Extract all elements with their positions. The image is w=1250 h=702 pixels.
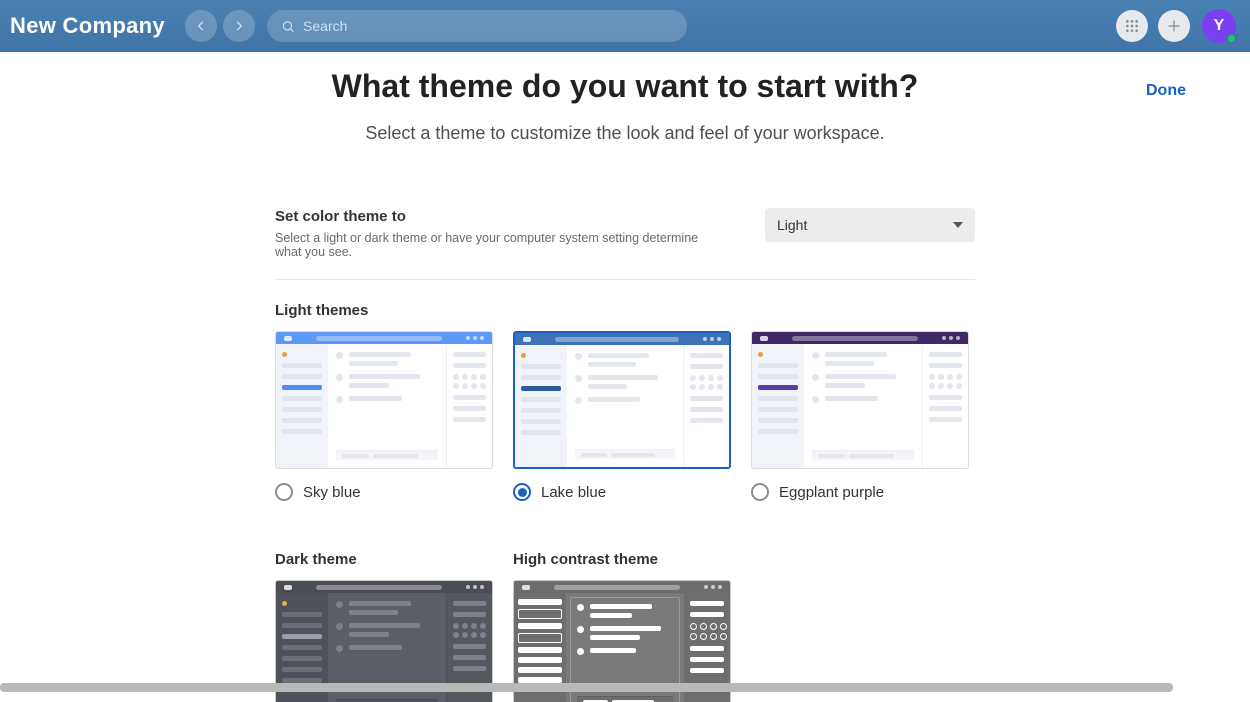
horizontal-scrollbar[interactable] (0, 683, 1173, 692)
page-subtitle: Select a theme to customize the look and… (0, 123, 1250, 144)
theme-preview-sky-blue[interactable] (275, 331, 493, 469)
presence-indicator-icon (1226, 33, 1237, 44)
main-content: Done What theme do you want to start wit… (0, 52, 1250, 692)
radio-icon (513, 483, 531, 501)
nav-back-button[interactable] (185, 10, 217, 42)
theme-radio-sky-blue[interactable]: Sky blue (275, 483, 493, 501)
theme-card-lake-blue: Lake blue (513, 331, 731, 501)
user-avatar[interactable]: Y (1202, 9, 1236, 43)
done-button[interactable]: Done (1146, 82, 1186, 100)
theme-label: Lake blue (541, 484, 606, 501)
theme-label: Sky blue (303, 484, 361, 501)
theme-radio-eggplant[interactable]: Eggplant purple (751, 483, 969, 501)
plus-icon (1166, 18, 1182, 34)
light-themes-heading: Light themes (275, 302, 975, 319)
avatar-initial: Y (1214, 17, 1225, 35)
radio-icon (751, 483, 769, 501)
dark-theme-heading: Dark theme (275, 551, 493, 568)
workspace-name[interactable]: New Company (10, 13, 165, 39)
theme-card-sky-blue: Sky blue (275, 331, 493, 501)
nav-forward-button[interactable] (223, 10, 255, 42)
color-mode-label: Set color theme to (275, 208, 715, 225)
color-mode-help: Select a light or dark theme or have you… (275, 231, 715, 259)
search-icon (281, 19, 295, 34)
search-input[interactable] (303, 18, 673, 34)
apps-button[interactable] (1116, 10, 1148, 42)
theme-radio-lake-blue[interactable]: Lake blue (513, 483, 731, 501)
apps-grid-icon (1124, 18, 1140, 34)
high-contrast-column: High contrast theme (513, 529, 731, 702)
caret-down-icon (953, 220, 963, 230)
search-field[interactable] (267, 10, 687, 42)
color-mode-select[interactable]: Light (765, 208, 975, 242)
theme-card-eggplant: Eggplant purple (751, 331, 969, 501)
color-mode-row: Set color theme to Select a light or dar… (275, 208, 975, 280)
page-title: What theme do you want to start with? (0, 68, 1250, 105)
high-contrast-heading: High contrast theme (513, 551, 731, 568)
create-button[interactable] (1158, 10, 1190, 42)
theme-label: Eggplant purple (779, 484, 884, 501)
theme-preview-eggplant[interactable] (751, 331, 969, 469)
theme-preview-lake-blue[interactable] (513, 331, 731, 469)
radio-icon (275, 483, 293, 501)
chevron-right-icon (232, 19, 246, 33)
dark-theme-column: Dark theme (275, 529, 493, 702)
top-bar: New Company Y (0, 0, 1250, 52)
chevron-left-icon (194, 19, 208, 33)
light-themes-row: Sky blue (275, 331, 975, 501)
color-mode-value: Light (777, 217, 807, 233)
